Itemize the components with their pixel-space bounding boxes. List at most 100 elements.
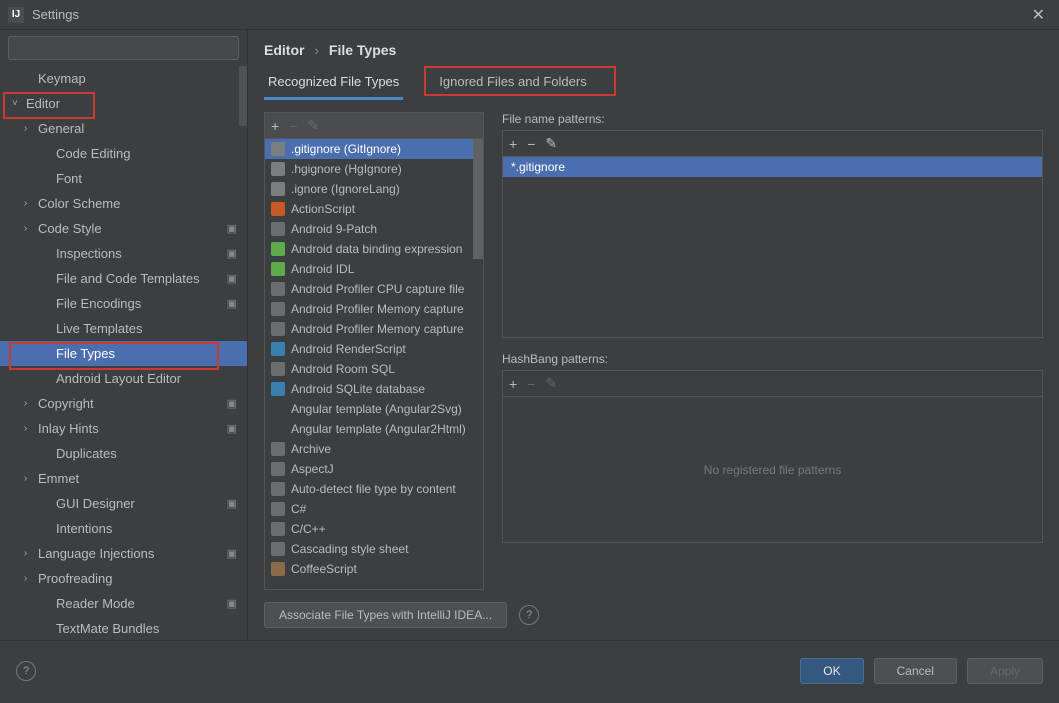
filetype-item[interactable]: Android data binding expression <box>265 239 483 259</box>
gear-icon: ▣ <box>227 422 237 435</box>
sidebar-item-copyright[interactable]: ›Copyright▣ <box>0 391 247 416</box>
edit-icon[interactable]: ✎ <box>307 117 319 134</box>
sidebar-item-color-scheme[interactable]: ›Color Scheme <box>0 191 247 216</box>
sidebar-item-live-templates[interactable]: Live Templates <box>0 316 247 341</box>
help-icon[interactable]: ? <box>519 605 539 625</box>
chevron-right-icon: › <box>24 223 38 234</box>
sidebar-item-gui-designer[interactable]: GUI Designer▣ <box>0 491 247 516</box>
settings-tree[interactable]: Keymap˅Editor›GeneralCode EditingFont›Co… <box>0 66 247 640</box>
filetype-item[interactable]: C# <box>265 499 483 519</box>
filetype-item[interactable]: Android RenderScript <box>265 339 483 359</box>
sidebar-item-inspections[interactable]: Inspections▣ <box>0 241 247 266</box>
hashbang-empty-message: No registered file patterns <box>503 397 1042 542</box>
sidebar-item-label: Code Editing <box>56 146 247 161</box>
filetype-list[interactable]: .gitignore (GitIgnore) .hgignore (HgIgnor… <box>264 138 484 590</box>
remove-icon[interactable]: − <box>527 136 535 152</box>
sidebar-item-label: Android Layout Editor <box>56 371 247 386</box>
filetype-item[interactable]: Cascading style sheet <box>265 539 483 559</box>
filetype-item[interactable]: Android Profiler Memory capture <box>265 319 483 339</box>
filetype-item[interactable]: .ignore (IgnoreLang) <box>265 179 483 199</box>
sidebar-item-label: File Encodings <box>56 296 227 311</box>
sidebar-item-duplicates[interactable]: Duplicates <box>0 441 247 466</box>
filetype-item[interactable]: Android Room SQL <box>265 359 483 379</box>
edit-icon[interactable]: ✎ <box>545 375 557 392</box>
sidebar-item-label: Copyright <box>38 396 227 411</box>
sidebar-item-reader-mode[interactable]: Reader Mode▣ <box>0 591 247 616</box>
help-icon[interactable]: ? <box>16 661 36 681</box>
filetype-item[interactable]: CoffeeScript <box>265 559 483 579</box>
filetype-item[interactable]: C/C++ <box>265 519 483 539</box>
sidebar-item-android-layout-editor[interactable]: Android Layout Editor <box>0 366 247 391</box>
filetype-label: AspectJ <box>291 462 334 476</box>
sidebar-item-emmet[interactable]: ›Emmet <box>0 466 247 491</box>
filetype-item[interactable]: AspectJ <box>265 459 483 479</box>
sidebar-item-intentions[interactable]: Intentions <box>0 516 247 541</box>
filetype-label: C/C++ <box>291 522 326 536</box>
filetype-icon <box>271 382 285 396</box>
sidebar-item-code-style[interactable]: ›Code Style▣ <box>0 216 247 241</box>
filetype-item[interactable]: Angular template (Angular2Svg) <box>265 399 483 419</box>
filetype-icon <box>271 222 285 236</box>
filetype-icon <box>271 442 285 456</box>
remove-icon[interactable]: − <box>527 376 535 392</box>
associate-button[interactable]: Associate File Types with IntelliJ IDEA.… <box>264 602 507 628</box>
apply-button[interactable]: Apply <box>967 658 1043 684</box>
add-icon[interactable]: + <box>509 136 517 152</box>
filetype-label: CoffeeScript <box>291 562 357 576</box>
sidebar-item-label: Font <box>56 171 247 186</box>
filetype-label: .ignore (IgnoreLang) <box>291 182 400 196</box>
sidebar-item-keymap[interactable]: Keymap <box>0 66 247 91</box>
sidebar-item-label: GUI Designer <box>56 496 227 511</box>
filetype-label: Angular template (Angular2Svg) <box>291 402 462 416</box>
filetype-item[interactable]: Angular template (Angular2Html) <box>265 419 483 439</box>
settings-sidebar: ⌕ Keymap˅Editor›GeneralCode EditingFont›… <box>0 30 248 640</box>
sidebar-item-label: File and Code Templates <box>56 271 227 286</box>
sidebar-item-editor[interactable]: ˅Editor <box>0 91 247 116</box>
sidebar-item-file-types[interactable]: File Types <box>0 341 247 366</box>
sidebar-item-label: Editor <box>26 96 247 111</box>
filetype-icon <box>271 142 285 156</box>
filetype-item[interactable]: .hgignore (HgIgnore) <box>265 159 483 179</box>
filetype-item[interactable]: ActionScript <box>265 199 483 219</box>
filetype-label: Android Room SQL <box>291 362 395 376</box>
filetype-item[interactable]: Android Profiler Memory capture <box>265 299 483 319</box>
sidebar-item-textmate-bundles[interactable]: TextMate Bundles <box>0 616 247 640</box>
add-icon[interactable]: + <box>509 376 517 392</box>
filetype-item[interactable]: .gitignore (GitIgnore) <box>265 139 483 159</box>
scrollbar[interactable] <box>473 139 483 589</box>
add-icon[interactable]: + <box>271 118 279 134</box>
sidebar-item-general[interactable]: ›General <box>0 116 247 141</box>
filetype-label: Auto-detect file type by content <box>291 482 456 496</box>
filetype-item[interactable]: Android SQLite database <box>265 379 483 399</box>
close-icon[interactable]: ✕ <box>1026 5 1051 25</box>
chevron-right-icon: › <box>24 548 38 559</box>
filename-patterns-list[interactable]: *.gitignore <box>503 157 1042 337</box>
tab-recognized-file-types[interactable]: Recognized File Types <box>264 66 403 100</box>
gear-icon: ▣ <box>227 222 237 235</box>
chevron-right-icon: › <box>24 123 38 134</box>
sidebar-item-proofreading[interactable]: ›Proofreading <box>0 566 247 591</box>
filetype-item[interactable]: Android 9-Patch <box>265 219 483 239</box>
edit-icon[interactable]: ✎ <box>545 135 557 152</box>
cancel-button[interactable]: Cancel <box>874 658 957 684</box>
ok-button[interactable]: OK <box>800 658 863 684</box>
window-title: Settings <box>32 7 1026 22</box>
filetype-label: .gitignore (GitIgnore) <box>291 142 401 156</box>
filetype-item[interactable]: Archive <box>265 439 483 459</box>
sidebar-item-label: Duplicates <box>56 446 247 461</box>
sidebar-item-language-injections[interactable]: ›Language Injections▣ <box>0 541 247 566</box>
sidebar-item-inlay-hints[interactable]: ›Inlay Hints▣ <box>0 416 247 441</box>
filetype-item[interactable]: Android Profiler CPU capture file <box>265 279 483 299</box>
pattern-item[interactable]: *.gitignore <box>503 157 1042 177</box>
search-input[interactable] <box>8 36 239 60</box>
filetype-icon <box>271 362 285 376</box>
sidebar-item-label: Inspections <box>56 246 227 261</box>
sidebar-item-font[interactable]: Font <box>0 166 247 191</box>
sidebar-item-file-encodings[interactable]: File Encodings▣ <box>0 291 247 316</box>
sidebar-item-code-editing[interactable]: Code Editing <box>0 141 247 166</box>
remove-icon[interactable]: − <box>289 118 297 134</box>
filetype-item[interactable]: Auto-detect file type by content <box>265 479 483 499</box>
tab-ignored-files-and-folders[interactable]: Ignored Files and Folders <box>435 66 590 100</box>
sidebar-item-file-and-code-templates[interactable]: File and Code Templates▣ <box>0 266 247 291</box>
filetype-item[interactable]: Android IDL <box>265 259 483 279</box>
